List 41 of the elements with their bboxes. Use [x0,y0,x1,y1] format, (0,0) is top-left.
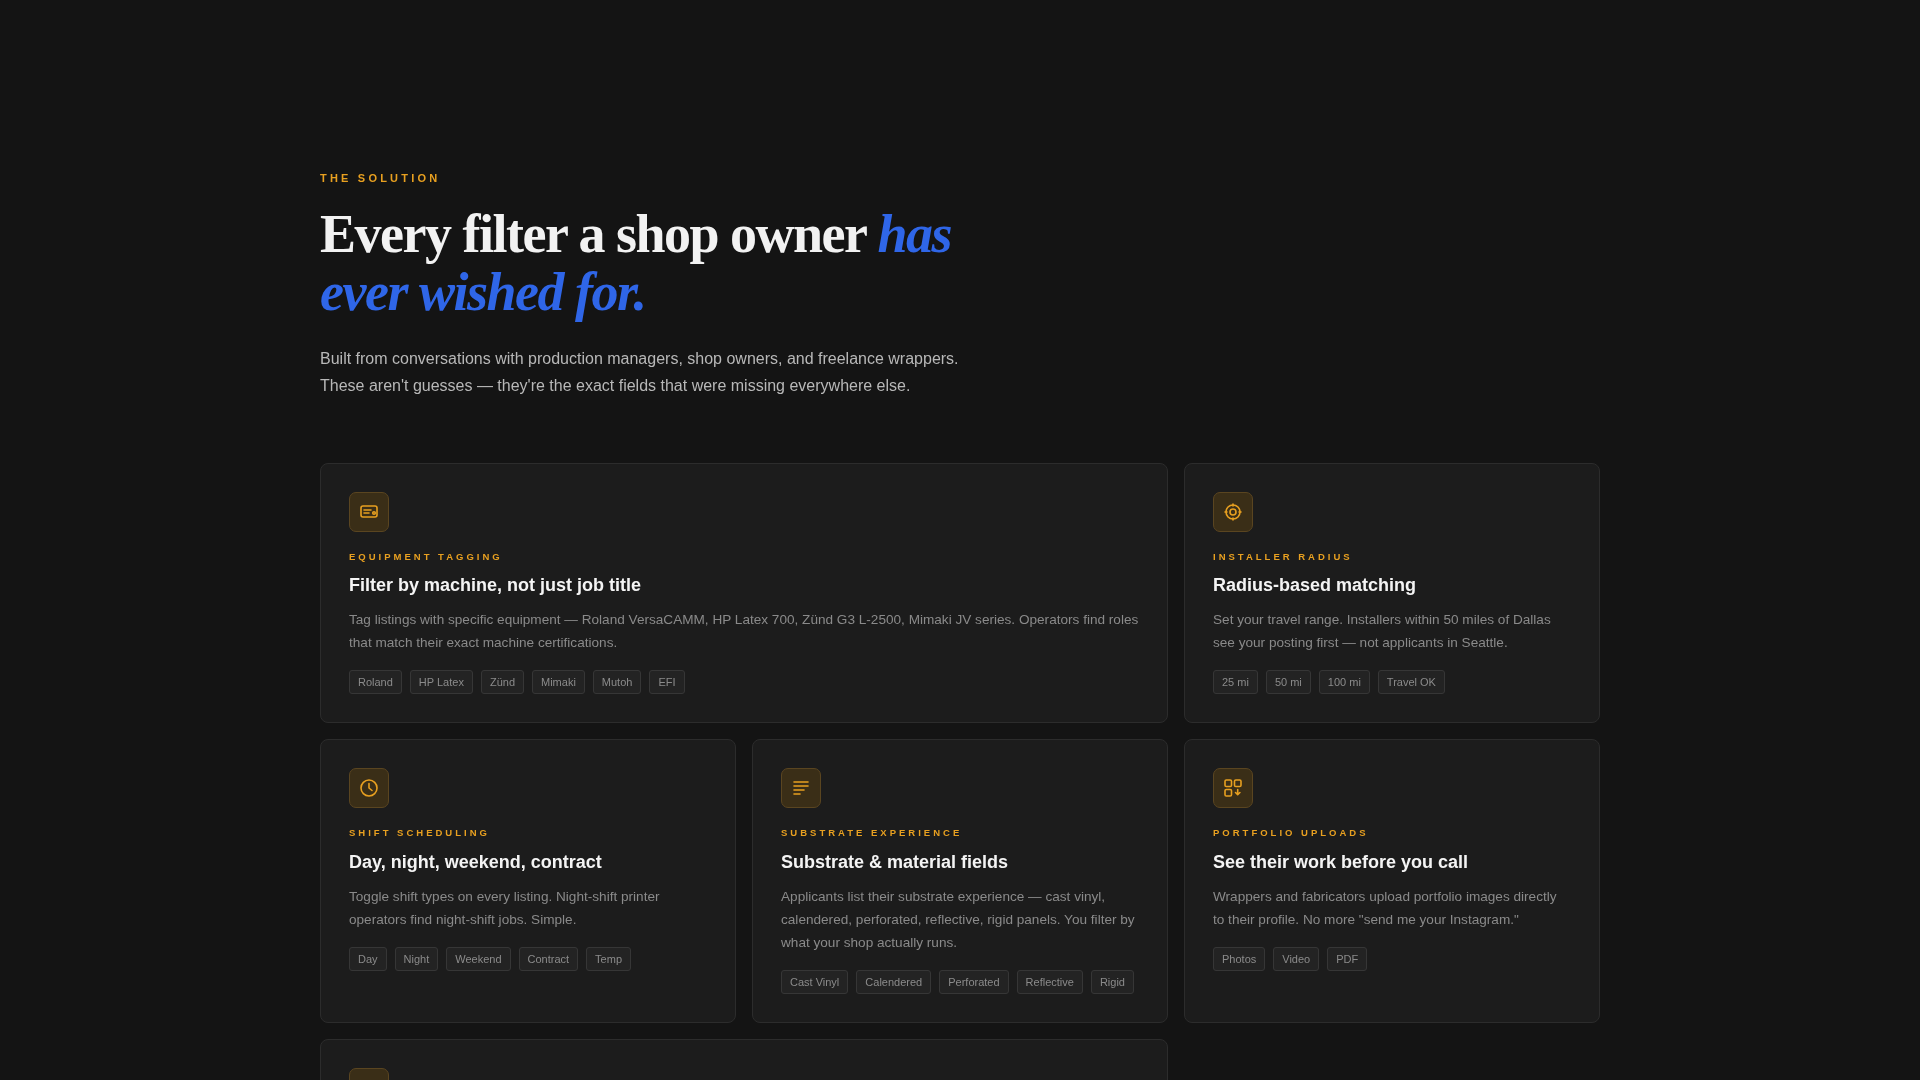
tag: Zünd [480,669,524,695]
feature-title: Day, night, weekend, contract [349,850,603,874]
tag: EFI [649,669,685,695]
feature-title: Radius-based matching [1213,573,1418,597]
tag: Day [349,946,387,971]
section-heading: Every filter a shop owner has ever wished for. [320,204,952,321]
feature-title: Filter by machine, not just job title [349,573,643,597]
tag: Weekend [446,946,511,971]
tag: Reflective [1016,969,1083,994]
feature-eyebrow: SUBSTRATE EXPERIENCE [781,826,964,841]
feature-title: See their work before you call [1213,850,1470,874]
tag: Cast Vinyl [781,969,849,994]
tag: HP Latex [409,669,473,695]
tag: Travel OK [1377,669,1445,695]
tag: Calendered [856,969,932,994]
tag: Temp [586,946,631,971]
feature-eyebrow: INSTALLER RADIUS [1213,549,1354,564]
tag: 50 mi [1265,669,1311,695]
feature-description: Toggle shift types on every listing. Night-shift printer operators find night-shift jobs. Simple. [349,887,661,929]
tag: Photos [1213,946,1266,971]
tag: Mimaki [532,669,585,695]
feature-eyebrow: SHIFT SCHEDULING [349,826,491,841]
feature-description: Wrappers and fabricators upload portfolio images directly to their profile. No more "send me your Instagram." [1213,887,1558,929]
tag: Rigid [1090,969,1134,994]
feature-eyebrow: EQUIPMENT TAGGING [349,549,504,564]
tag: Mutoh [592,669,642,695]
feature-eyebrow: PORTFOLIO UPLOADS [1213,826,1370,841]
feature-description: Applicants list their substrate experience — cast vinyl, calendered, perforated, reflective, rigid panels. You filter by what your shop actually runs. [781,887,1136,952]
tag: Contract [518,946,579,971]
section-intro: Built from conversations with production managers, shop owners, and freelance wrappers. These aren't guesses — they're the exact fields that were missing everywhere else. [320,348,960,396]
feature-description: Tag listings with specific equipment — Roland VersaCAMM, HP Latex 700, Zünd G3 L-2500, Mimaki JV series. Operators find roles that match their exact machine certifications. [349,610,1139,652]
tag: 25 mi [1213,669,1258,695]
feature-description: Set your travel range. Installers within 50 miles of Dallas see your posting first — not applicants in Seattle. [1213,610,1552,652]
tag: Night [394,946,439,971]
section-eyebrow: THE SOLUTION [320,171,442,186]
tag: Video [1273,946,1320,971]
tag: 100 mi [1318,669,1370,695]
tag: Perforated [939,969,1009,994]
tag: PDF [1327,946,1368,971]
tag: Roland [349,669,402,695]
feature-title: Substrate & material fields [781,850,1010,874]
